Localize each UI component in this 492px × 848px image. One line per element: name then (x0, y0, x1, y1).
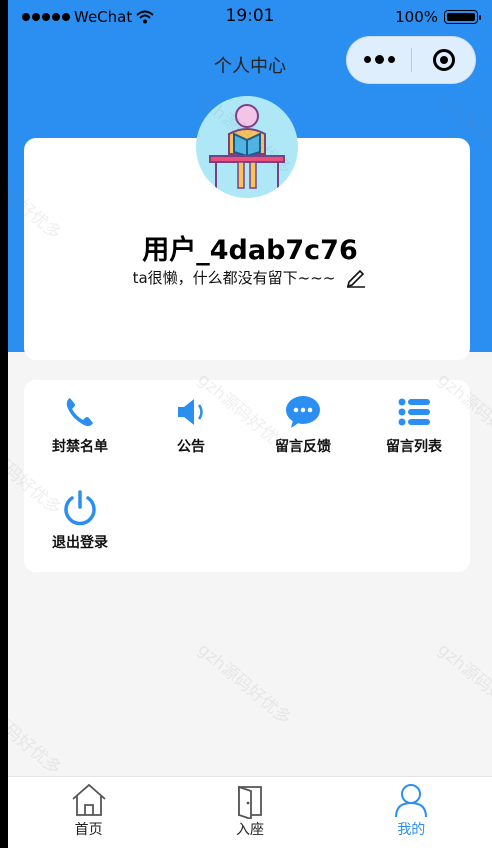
tab-seat[interactable]: 入座 (169, 777, 330, 848)
home-icon (72, 783, 106, 816)
tab-home[interactable]: 首页 (8, 777, 169, 848)
function-grid: 封禁名单 公告 留言反馈 留言列表 退出登录 (24, 380, 470, 572)
edit-pencil-icon[interactable] (345, 266, 367, 288)
reading-person-illustration (209, 104, 285, 189)
speaker-icon (178, 399, 203, 425)
watermark: gzh源码好优多 (8, 689, 65, 780)
menu-item-feedback[interactable]: 留言反馈 (247, 380, 359, 466)
tab-bar: 首页 入座 我的 (8, 776, 492, 848)
list-icon (398, 398, 430, 426)
avatar[interactable] (196, 96, 298, 198)
mini-program-capsule (346, 36, 476, 84)
chat-bubble-icon (286, 396, 320, 428)
battery-percent: 100% (395, 8, 438, 26)
user-bio: ta很懒，什么都没有留下~~~ (132, 268, 336, 287)
target-icon (432, 49, 455, 71)
app-screen: WeChat 19:01 100% 个人中心 用户_4dab7c76 ta很懒，… (8, 0, 492, 848)
watermark: gzh源码好优多 (433, 639, 492, 730)
tab-mine[interactable]: 我的 (331, 777, 492, 848)
menu-item-ban-list[interactable]: 封禁名单 (24, 380, 136, 466)
menu-item-message-list[interactable]: 留言列表 (358, 380, 470, 466)
user-icon (395, 784, 428, 818)
menu-item-logout[interactable]: 退出登录 (24, 476, 136, 562)
power-icon (64, 490, 96, 526)
phone-icon (66, 398, 93, 427)
menu-item-announcement[interactable]: 公告 (135, 380, 247, 466)
status-bar: WeChat 19:01 100% (8, 0, 492, 34)
battery-icon (444, 10, 481, 24)
more-menu-icon[interactable] (347, 55, 411, 64)
door-icon (238, 785, 262, 819)
close-mini-program-button[interactable] (412, 49, 475, 71)
username: 用户_4dab7c76 (142, 235, 358, 266)
watermark: gzh源码好优多 (193, 639, 295, 730)
